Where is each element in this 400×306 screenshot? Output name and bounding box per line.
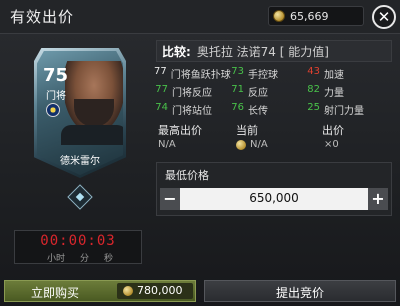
buy-now-price-box: 780,000 — [117, 283, 193, 299]
stat-item: 71 反应 — [230, 84, 306, 99]
stat-value: 82 — [307, 84, 320, 95]
timer-unit-hours: 小时 — [47, 254, 66, 264]
coin-icon — [236, 140, 246, 150]
coin-icon — [123, 286, 133, 296]
stat-item: 25 射门力量 — [306, 102, 394, 117]
stat-name: 门将站位 — [172, 106, 212, 117]
stat-name: 力量 — [324, 88, 344, 99]
stat-value: 43 — [307, 66, 320, 77]
current-bid-value: N/A — [250, 139, 268, 150]
timer-value: 00:00:03 — [40, 233, 116, 249]
timer-units: 小时 分 秒 — [47, 251, 113, 264]
stat-item: 77 门将反应 — [154, 84, 230, 99]
place-bid-label: 提出竞价 — [275, 286, 324, 300]
close-icon: ✕ — [377, 7, 391, 26]
stat-item: 73 手控球 — [230, 66, 306, 81]
timer-unit-minutes: 分 — [79, 254, 89, 264]
close-button[interactable]: ✕ — [372, 5, 396, 29]
decrease-price-button[interactable]: − — [160, 188, 180, 210]
highest-bid-value: N/A — [158, 139, 176, 150]
player-name: 德米雷尔 — [60, 156, 100, 167]
card-type-icon-center — [75, 192, 85, 202]
stat-name: 射门力量 — [324, 106, 364, 117]
stat-value: 77 — [155, 84, 168, 95]
highest-bid-label: 最高出价 — [158, 124, 202, 137]
min-price-stepper: − 650,000 + — [160, 188, 388, 210]
stat-item: 74 门将站位 — [154, 102, 230, 117]
player-position: 门将 — [46, 91, 66, 102]
stat-value: 74 — [155, 102, 168, 113]
buy-now-button[interactable]: 立即购买 780,000 — [4, 280, 196, 302]
stat-name: 手控球 — [248, 70, 278, 81]
coin-icon — [273, 10, 285, 22]
stat-value: 73 — [231, 66, 244, 77]
dialog-header: 有效出价 65,669 ✕ — [0, 0, 400, 34]
stat-value: 71 — [231, 84, 244, 95]
buy-now-label: 立即购买 — [31, 286, 80, 300]
stat-item: 77 门将鱼跃扑球 — [154, 66, 231, 81]
coin-balance-value: 65,669 — [290, 9, 329, 23]
card-type-icon — [67, 184, 93, 210]
bid-dialog: 有效出价 65,669 ✕ 75 门将 德米雷尔 00:00:03 小时 分 秒… — [0, 0, 400, 306]
current-bid-label: 当前 — [236, 124, 258, 137]
stats-grid: 77 门将鱼跃扑球 73 手控球 43 加速 77 门将反应 71 反应 82 力量 74 门… — [154, 66, 394, 117]
stat-item: 76 长传 — [230, 102, 306, 117]
compare-label: 比较: — [162, 44, 191, 59]
stat-value: 25 — [307, 102, 320, 113]
compare-player: 奥托拉 法诺74 [ 能力值] — [196, 44, 329, 59]
stat-value: 77 — [154, 66, 167, 77]
stat-value: 76 — [231, 102, 244, 113]
coin-balance: 65,669 — [268, 6, 364, 26]
player-card[interactable]: 75 门将 德米雷尔 — [34, 48, 126, 178]
bid-count-value: ×0 — [324, 139, 339, 150]
stat-name: 加速 — [324, 70, 344, 81]
buy-now-price: 780,000 — [137, 284, 183, 297]
stat-item: 43 加速 — [306, 66, 394, 81]
countdown-timer: 00:00:03 小时 分 秒 — [14, 230, 142, 264]
timer-unit-seconds: 秒 — [103, 254, 113, 264]
min-price-value[interactable]: 650,000 — [180, 191, 368, 205]
club-badge-icon — [46, 103, 60, 117]
stat-name: 长传 — [248, 106, 268, 117]
dialog-title: 有效出价 — [10, 8, 75, 26]
min-price-panel: 最低价格 − 650,000 + — [156, 162, 392, 216]
stat-name: 反应 — [248, 88, 268, 99]
stat-name: 门将反应 — [172, 88, 212, 99]
stat-item: 82 力量 — [306, 84, 394, 99]
stat-name: 门将鱼跃扑球 — [170, 70, 231, 81]
increase-price-button[interactable]: + — [368, 188, 388, 210]
compare-selector[interactable]: 比较: 奥托拉 法诺74 [ 能力值] — [156, 40, 392, 62]
card-background: 75 门将 德米雷尔 — [37, 51, 123, 175]
min-price-label: 最低价格 — [165, 169, 209, 182]
player-portrait-shirt — [61, 125, 123, 145]
place-bid-button[interactable]: 提出竞价 — [204, 280, 396, 302]
bid-count-label: 出价 — [322, 124, 344, 137]
player-rating: 75 — [43, 65, 69, 86]
player-card-area: 75 门将 德米雷尔 00:00:03 小时 分 秒 — [8, 40, 148, 278]
